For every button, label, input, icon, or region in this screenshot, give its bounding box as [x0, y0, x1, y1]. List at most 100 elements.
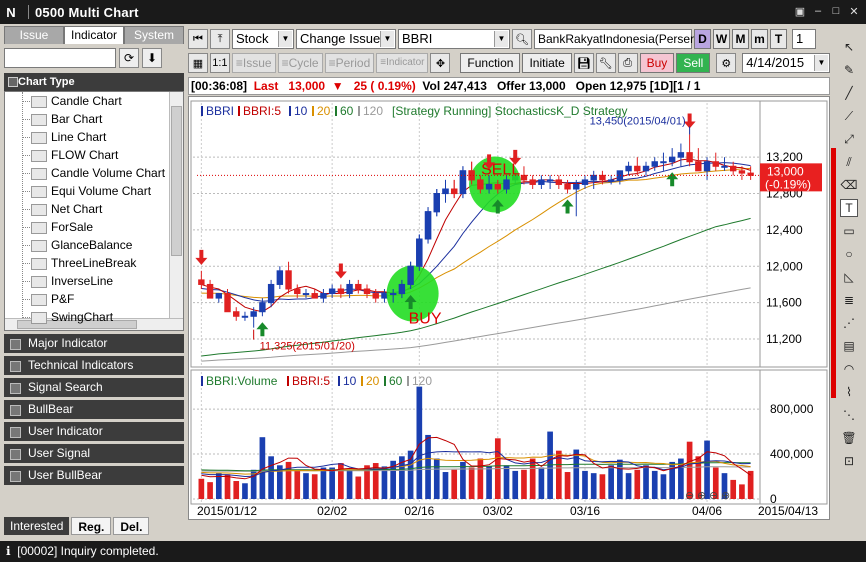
category-user-signal[interactable]: User Signal	[4, 444, 184, 463]
pencil-icon[interactable]: ✎	[840, 61, 858, 79]
one-to-one-icon[interactable]: 1:1	[209, 53, 230, 73]
category-user-indicator[interactable]: User Indicator	[4, 422, 184, 441]
chart-area[interactable]: 13,200 12,800 12,400 12,000 11,600 11,200 BUY S…	[188, 96, 830, 520]
maximize-icon[interactable]: □	[828, 3, 844, 19]
chart-type-item[interactable]: KagiChart	[5, 326, 183, 330]
channel-icon[interactable]: ⫽	[840, 153, 858, 171]
quote-info-line: [00:36:08] Last 13,000 ▼ 25 ( 0.19%) Vol…	[188, 77, 830, 95]
category-technical-indicators[interactable]: Technical Indicators	[4, 356, 184, 375]
chart-type-item[interactable]: Line Chart	[5, 128, 183, 146]
gann-icon[interactable]: ▤	[840, 337, 858, 355]
chart-type-item[interactable]: Candle Chart	[5, 92, 183, 110]
right-scrollbar[interactable]	[831, 28, 837, 518]
indicator-search-input[interactable]	[4, 48, 116, 68]
date-select[interactable]: 4/14/2015 ▼	[742, 53, 830, 73]
function-button[interactable]: Function	[460, 53, 521, 73]
change-issue-select[interactable]: Change Issue ▼	[296, 29, 396, 49]
first-icon[interactable]: ⏮	[188, 29, 208, 49]
price-legend-item: BBRI	[206, 104, 234, 118]
period-tick-button[interactable]: T	[770, 29, 787, 49]
strategy-label: [Strategy Running] StochasticsK_D Strate…	[392, 104, 627, 118]
date-value: 4/14/2015	[746, 55, 805, 70]
cycle-button[interactable]: ≡Cycle	[277, 53, 323, 73]
interested-tab[interactable]: Interested	[4, 517, 70, 535]
delete-button[interactable]: Del.	[113, 517, 150, 535]
cycle-icon[interactable]: ⌇	[840, 383, 858, 401]
chevron-down-icon[interactable]: ▼	[813, 55, 828, 71]
initiate-button[interactable]: Initiate	[522, 53, 572, 73]
settings-icon[interactable]: ⚙	[716, 53, 737, 73]
chart-type-item[interactable]: ThreeLineBreak	[5, 254, 183, 272]
period-minute-button[interactable]: m	[751, 29, 768, 49]
chevron-down-icon[interactable]: ▼	[380, 31, 394, 47]
chart-type-item[interactable]: ForSale	[5, 218, 183, 236]
type-select[interactable]: Stock ▼	[232, 29, 294, 49]
fib-icon[interactable]: ≣	[840, 291, 858, 309]
tab-issue[interactable]: Issue	[4, 26, 64, 44]
tab-system[interactable]: System	[124, 26, 184, 44]
tools-icon[interactable]: 🔧︎	[595, 53, 616, 73]
category-bullbear[interactable]: BullBear	[4, 400, 184, 419]
lock-icon[interactable]: ⊡	[840, 452, 858, 470]
line-icon[interactable]: ╱	[840, 84, 858, 102]
register-button[interactable]: Reg.	[71, 517, 112, 535]
category-signal-search[interactable]: Signal Search	[4, 378, 184, 397]
chart-type-item[interactable]: Net Chart	[5, 200, 183, 218]
chart-svg[interactable]: 13,20012,80012,40012,00011,60011,200BUYS…	[189, 97, 829, 519]
tab-indicator[interactable]: Indicator	[64, 26, 124, 44]
trash-icon[interactable]: 🗑︎	[840, 429, 858, 447]
period-month-button[interactable]: M	[732, 29, 749, 49]
save-icon[interactable]: 💾︎	[573, 53, 594, 73]
chart-type-item[interactable]: Candle Volume Chart	[5, 164, 183, 182]
circle-icon[interactable]: ○	[840, 245, 858, 263]
candle-body	[573, 183, 580, 190]
chart-type-item[interactable]: InverseLine	[5, 272, 183, 290]
chart-type-item[interactable]: Bar Chart	[5, 110, 183, 128]
triangle-icon[interactable]: ◺	[840, 268, 858, 286]
chevron-down-icon[interactable]: ▼	[278, 31, 292, 47]
eraser-icon[interactable]: ⌫	[840, 176, 858, 194]
ray-icon[interactable]: ⟋	[840, 107, 858, 125]
volume-bar	[660, 474, 667, 499]
search-icon[interactable]: 🔍︎	[512, 29, 532, 49]
zoom-control-icon: ⊖	[685, 489, 694, 502]
top-icon[interactable]: ⤒	[210, 29, 230, 49]
chart-type-item[interactable]: GlanceBalance	[5, 236, 183, 254]
candle-body	[607, 179, 615, 182]
period-day-button[interactable]: D	[694, 29, 711, 49]
print-icon[interactable]: ⎙	[617, 53, 638, 73]
fan-icon[interactable]: ⋰	[840, 314, 858, 332]
restore-icon[interactable]: ▣	[792, 3, 808, 19]
speed-icon[interactable]: ⋱	[840, 406, 858, 424]
period-button[interactable]: ≡Period	[324, 53, 375, 73]
grid-icon[interactable]: ▦	[188, 53, 208, 73]
move-icon[interactable]: ✥	[430, 53, 451, 73]
sell-button[interactable]: Sell	[676, 53, 711, 73]
period-count-input[interactable]: 1	[792, 29, 816, 49]
arc-icon[interactable]: ◠	[840, 360, 858, 378]
text-icon[interactable]: T	[840, 199, 858, 217]
chevron-down-icon[interactable]: ▼	[494, 31, 508, 47]
category-major-indicator[interactable]: Major Indicator	[4, 334, 184, 353]
trend-icon[interactable]: ⤢	[840, 130, 858, 148]
tree-header[interactable]: Chart Type	[4, 73, 184, 91]
refresh-icon[interactable]: ⟳	[119, 48, 139, 68]
close-icon[interactable]: ✕	[846, 3, 862, 19]
candle-body	[416, 238, 423, 267]
category-user-bullbear[interactable]: User BullBear	[4, 466, 184, 485]
chart-type-item[interactable]: Equi Volume Chart	[5, 182, 183, 200]
chart-type-item[interactable]: FLOW Chart	[5, 146, 183, 164]
code-input[interactable]: BBRI ▼	[398, 29, 510, 49]
cursor-icon[interactable]: ↖	[840, 38, 858, 56]
minimize-icon[interactable]: –	[810, 3, 826, 19]
rectangle-icon[interactable]: ▭	[840, 222, 858, 240]
chart-type-item[interactable]: SwingChart	[5, 308, 183, 326]
price-change: 25	[353, 79, 368, 93]
chart-type-label: FLOW Chart	[51, 148, 119, 162]
indicator-button[interactable]: ≡Indicator	[376, 53, 429, 73]
chart-type-item[interactable]: P&F	[5, 290, 183, 308]
period-week-button[interactable]: W	[713, 29, 730, 49]
issue-button[interactable]: ≡Issue	[231, 53, 276, 73]
buy-button[interactable]: Buy	[639, 53, 675, 73]
download-icon[interactable]: ⬇	[142, 48, 162, 68]
